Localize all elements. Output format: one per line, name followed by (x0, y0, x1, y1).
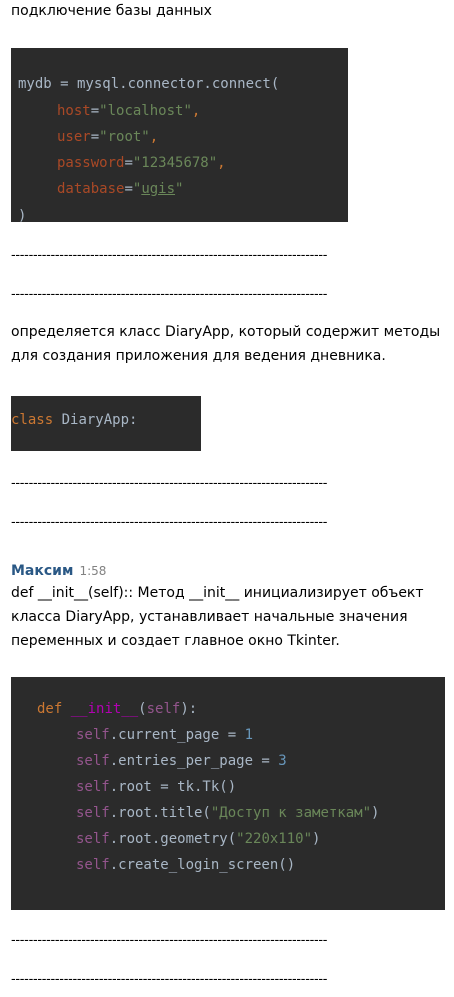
init-text-line: def __init__(self):: Метод __init__ иниц… (11, 585, 424, 601)
class-code-image[interactable]: class DiaryApp: (11, 396, 201, 451)
code-line: self.root.geometry("220x110") (76, 831, 321, 847)
author-name[interactable]: Максим (11, 563, 73, 579)
db-heading-text: подключение базы данных (11, 3, 212, 19)
diary-text-line: определяется класс DiaryApp, который сод… (11, 324, 441, 340)
separator: ----------------------------------------… (11, 287, 328, 302)
separator: ----------------------------------------… (11, 933, 328, 948)
separator: ----------------------------------------… (11, 972, 328, 987)
message-time[interactable]: 1:58 (79, 564, 106, 578)
code-line: self.entries_per_page = 3 (76, 753, 287, 769)
separator: ----------------------------------------… (11, 248, 328, 263)
separator: ----------------------------------------… (11, 515, 328, 530)
code-line: self.root.title("Доступ к заметкам") (76, 805, 380, 821)
init-text-line: класса DiaryApp, устанавливает начальные… (11, 609, 408, 625)
code-line: self.root = tk.Tk() (76, 779, 237, 795)
code-line: self.current_page = 1 (76, 727, 254, 743)
init-code-image[interactable]: def __init__(self): self.current_page = … (11, 677, 445, 910)
code-line: ) (18, 208, 27, 222)
init-text-line: переменных и создает главное окно Tkinte… (11, 633, 340, 649)
code-line: self.create_login_screen() (76, 857, 296, 873)
code-line: def __init__(self): (37, 701, 198, 717)
diary-text-line: для создания приложения для ведения днев… (11, 348, 386, 364)
code-line: host="localhost", (57, 103, 201, 119)
code-line: database="ugis" (57, 181, 184, 197)
code-line: mydb = mysql.connector.connect( (18, 76, 280, 92)
code-line: password="12345678", (57, 155, 226, 171)
code-line: class DiaryApp: (11, 412, 138, 428)
db-code-image[interactable]: mydb = mysql.connector.connect( host="lo… (11, 48, 348, 222)
separator: ----------------------------------------… (11, 476, 328, 491)
code-line: user="root", (57, 129, 159, 145)
message-header: Максим 1:58 (11, 560, 106, 582)
